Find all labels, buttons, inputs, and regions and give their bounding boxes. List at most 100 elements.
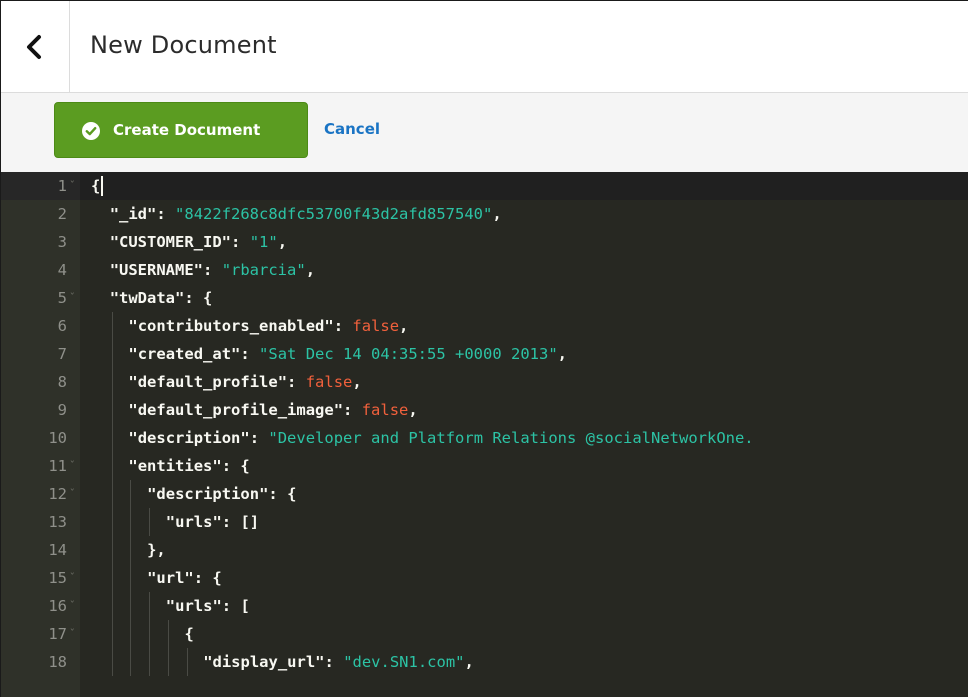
code-text: "urls": [] bbox=[166, 508, 259, 536]
indent-guide bbox=[149, 620, 151, 648]
create-document-button[interactable]: Create Document bbox=[54, 102, 308, 158]
json-key: "url" bbox=[147, 569, 194, 587]
indent-guide bbox=[111, 536, 113, 564]
code-line: 7 "created_at": "Sat Dec 14 04:35:55 +000… bbox=[1, 340, 968, 368]
line-number: 13 bbox=[48, 513, 67, 531]
code-line: 1 ˇ { bbox=[1, 172, 968, 200]
indent-guide bbox=[111, 564, 113, 592]
fold-toggle-icon[interactable]: ˇ bbox=[69, 564, 76, 592]
json-code-editor[interactable]: 1 ˇ{2 "_id": "8422f268c8dfc53700f43d2afd85… bbox=[1, 172, 968, 697]
json-punctuation: : { bbox=[193, 569, 222, 587]
indent-guide bbox=[167, 648, 169, 676]
code-text: "display_url": "dev.SN1.com", bbox=[203, 648, 474, 676]
json-key: "default_profile_image" bbox=[128, 401, 344, 419]
line-number: 4 bbox=[57, 261, 67, 279]
json-key: "created_at" bbox=[128, 345, 241, 363]
code-text: "CUSTOMER_ID": "1", bbox=[110, 228, 287, 256]
indent-guide bbox=[130, 648, 132, 676]
indent-guide bbox=[111, 340, 113, 368]
code-line: 17 ˇ { bbox=[1, 620, 968, 648]
code-text: "created_at": "Sat Dec 14 04:35:55 +0000… bbox=[128, 340, 567, 368]
json-key: "urls" bbox=[165, 597, 222, 615]
chevron-left-icon bbox=[27, 35, 41, 59]
json-key: "default_profile" bbox=[128, 373, 288, 391]
json-punctuation: : bbox=[156, 205, 176, 223]
fold-toggle-icon[interactable]: ˇ bbox=[69, 172, 76, 200]
back-button[interactable] bbox=[1, 1, 70, 92]
code-text: "url": { bbox=[147, 564, 222, 592]
json-punctuation: , bbox=[352, 373, 362, 391]
indent-guide bbox=[149, 508, 151, 536]
line-number: 16 bbox=[48, 597, 67, 615]
line-number: 1 bbox=[57, 177, 67, 195]
json-punctuation: : bbox=[333, 317, 353, 335]
code-text: "default_profile": false, bbox=[128, 368, 361, 396]
json-punctuation: [] bbox=[240, 513, 260, 531]
indent-guide bbox=[111, 508, 113, 536]
json-key: "display_url" bbox=[203, 653, 325, 671]
json-punctuation: , bbox=[305, 261, 316, 279]
json-string-value: "1" bbox=[249, 233, 278, 251]
text-cursor bbox=[101, 176, 103, 196]
indent-guide bbox=[149, 648, 151, 676]
indent-guide bbox=[111, 592, 113, 620]
code-line: 10 "description": "Developer and Platform… bbox=[1, 424, 968, 452]
fold-toggle-icon[interactable]: ˇ bbox=[69, 284, 76, 312]
line-number: 15 bbox=[48, 569, 67, 587]
code-text: "twData": { bbox=[110, 284, 213, 312]
fold-toggle-icon[interactable]: ˇ bbox=[69, 592, 76, 620]
code-line: 18 "display_url": "dev.SN1.com", bbox=[1, 648, 968, 676]
code-line: 4 "USERNAME": "rbarcia", bbox=[1, 256, 968, 284]
indent-guide bbox=[167, 620, 169, 648]
json-punctuation: }, bbox=[147, 541, 166, 559]
indent-guide bbox=[149, 592, 151, 620]
indent-guide bbox=[130, 592, 132, 620]
fold-toggle-icon[interactable]: ˇ bbox=[69, 620, 76, 648]
json-punctuation: , bbox=[408, 401, 418, 419]
code-line: 12 ˇ "description": { bbox=[1, 480, 968, 508]
line-number: 14 bbox=[48, 541, 67, 559]
json-punctuation: : bbox=[249, 429, 269, 447]
json-punctuation: { bbox=[184, 625, 194, 643]
code-text: "urls": [ bbox=[166, 592, 250, 620]
check-circle-icon bbox=[82, 122, 100, 140]
line-number: 8 bbox=[57, 373, 67, 391]
app-window: New Document Create Document Cancel 1 ˇ{2… bbox=[0, 0, 968, 697]
json-punctuation: : [ bbox=[221, 597, 250, 615]
fold-toggle-icon[interactable]: ˇ bbox=[69, 452, 76, 480]
code-text: { bbox=[91, 172, 100, 200]
json-key: "urls" bbox=[165, 513, 222, 531]
line-number: 2 bbox=[57, 205, 67, 223]
code-text: "entities": { bbox=[128, 452, 249, 480]
line-number: 18 bbox=[48, 653, 67, 671]
indent-guide bbox=[111, 424, 113, 452]
code-text: { bbox=[185, 620, 194, 648]
line-number: 6 bbox=[57, 317, 67, 335]
action-toolbar: Create Document Cancel bbox=[1, 93, 968, 172]
indent-guide bbox=[130, 480, 132, 508]
json-boolean-value: false bbox=[352, 317, 400, 335]
line-number: 11 bbox=[48, 457, 67, 475]
json-string-value: "dev.SN1.com" bbox=[343, 653, 465, 671]
json-punctuation: , bbox=[277, 233, 288, 251]
create-document-label: Create Document bbox=[113, 121, 261, 139]
line-number: 9 bbox=[57, 401, 67, 419]
indent-guide bbox=[130, 508, 132, 536]
indent-guide bbox=[111, 452, 113, 480]
code-text: "description": "Developer and Platform R… bbox=[128, 424, 753, 452]
json-key: "CUSTOMER_ID" bbox=[109, 233, 232, 251]
fold-toggle-icon[interactable]: ˇ bbox=[69, 480, 76, 508]
json-punctuation: : bbox=[231, 233, 250, 251]
json-punctuation: , bbox=[557, 345, 568, 363]
json-key: "USERNAME" bbox=[109, 261, 204, 279]
indent-guide bbox=[111, 368, 113, 396]
cancel-link[interactable]: Cancel bbox=[324, 120, 380, 138]
code-line: 14}, bbox=[1, 536, 968, 564]
code-text: "USERNAME": "rbarcia", bbox=[110, 256, 315, 284]
json-key: "contributors_enabled" bbox=[128, 317, 334, 335]
json-punctuation: : bbox=[203, 261, 222, 279]
line-number: 10 bbox=[48, 429, 67, 447]
code-text: "default_profile_image": false, bbox=[128, 396, 417, 424]
code-line: 3 "CUSTOMER_ID": "1", bbox=[1, 228, 968, 256]
code-text: }, bbox=[147, 536, 166, 564]
